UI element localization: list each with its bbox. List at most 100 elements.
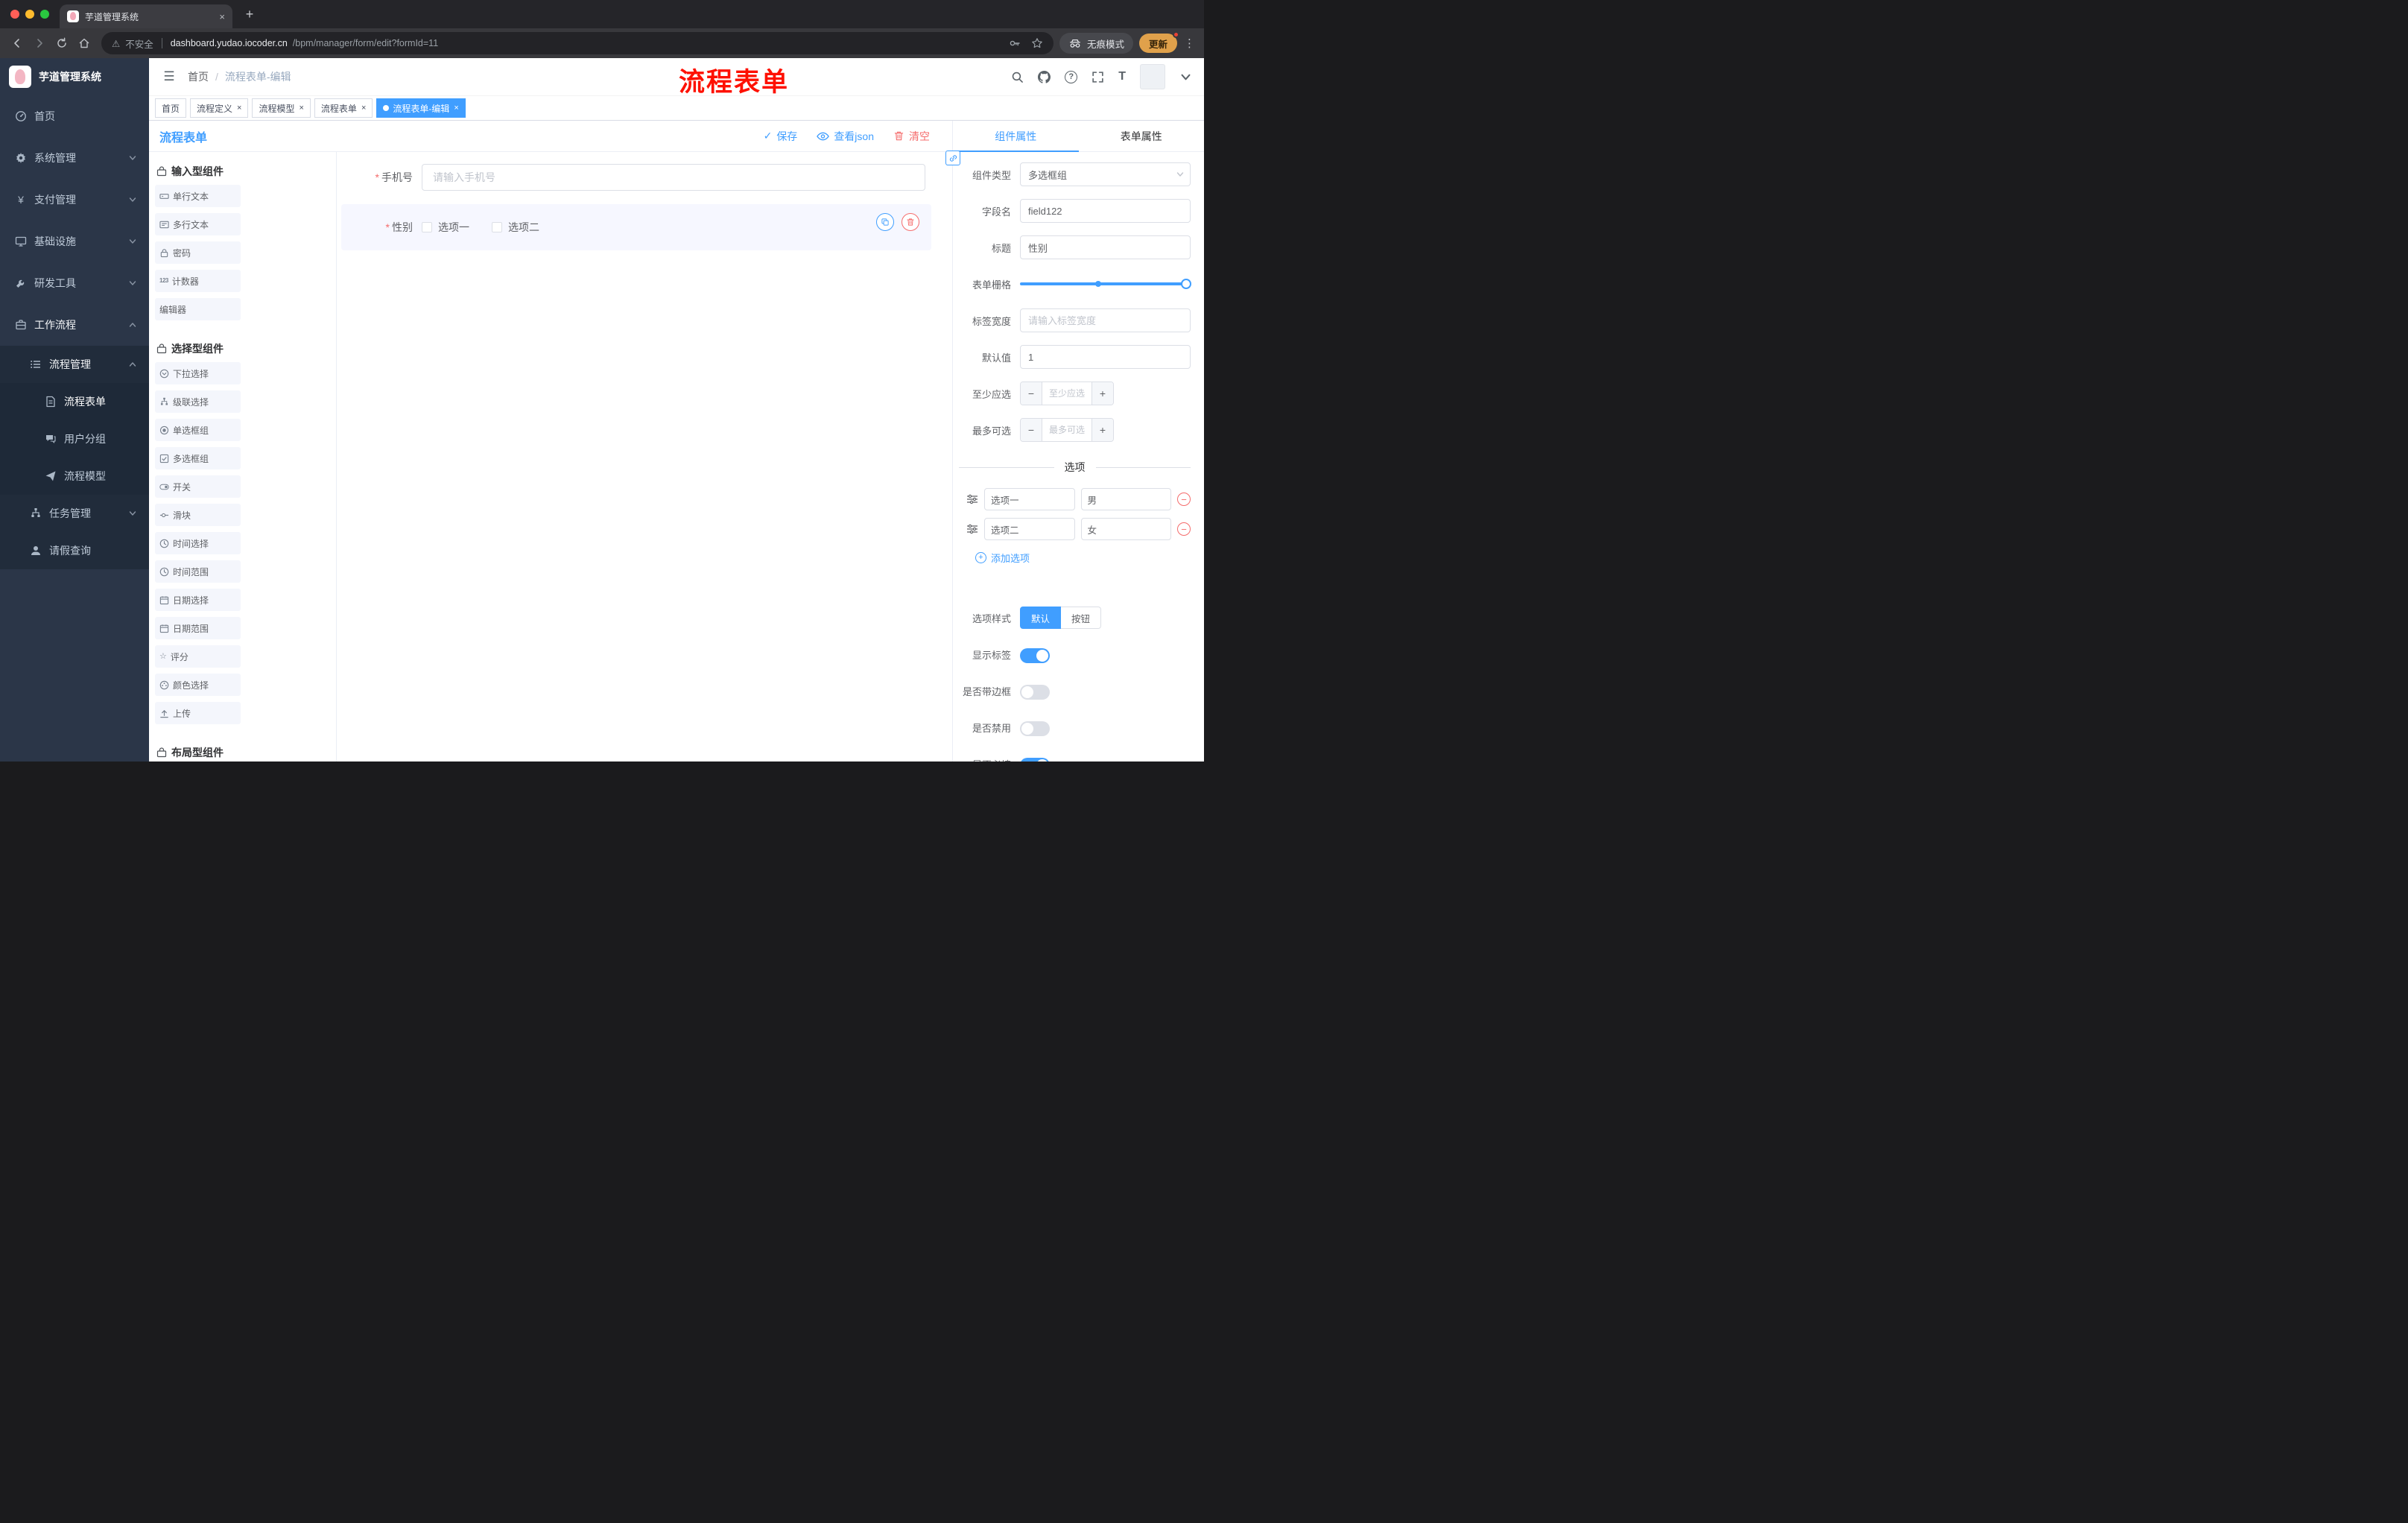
palette-item-date-picker[interactable]: 日期选择 (155, 589, 241, 611)
avatar-caret-icon[interactable] (1179, 71, 1192, 83)
form-canvas[interactable]: * 手机号 请输入手机号 * 性别 选项一 选项二 (337, 152, 952, 762)
hamburger-icon[interactable]: ☰ (161, 69, 177, 84)
remove-option-button[interactable]: − (1177, 493, 1191, 506)
save-button[interactable]: ✓ 保存 (764, 129, 798, 144)
label-width-input[interactable] (1020, 308, 1191, 332)
sidebar-item-task-management[interactable]: 任务管理 (0, 495, 149, 532)
slider-track[interactable] (1020, 279, 1191, 289)
avatar[interactable] (1140, 64, 1165, 89)
palette-item-counter[interactable]: 123 计数器 (155, 270, 241, 292)
disabled-switch[interactable] (1020, 721, 1050, 736)
palette-item-checkbox-group[interactable]: 多选框组 (155, 447, 241, 469)
required-switch[interactable] (1020, 758, 1050, 762)
sidebar-item-payment[interactable]: ¥ 支付管理 (0, 179, 149, 221)
palette-item-editor[interactable]: 编辑器 (155, 298, 241, 320)
tab-close-icon[interactable]: × (219, 11, 225, 22)
palette-item-slider[interactable]: 滑块 (155, 504, 241, 526)
link-icon[interactable] (945, 151, 960, 165)
warning-icon[interactable]: ⚠ (112, 38, 120, 49)
reload-button[interactable] (51, 32, 73, 54)
field-name-input[interactable] (1020, 199, 1191, 223)
border-switch[interactable] (1020, 685, 1050, 700)
drag-handle-icon[interactable] (966, 523, 978, 535)
default-value-input[interactable] (1020, 345, 1191, 369)
address-bar[interactable]: ⚠ 不安全 dashboard.yudao.iocoder.cn /bpm/ma… (101, 32, 1054, 54)
app-logo[interactable]: 芋道管理系统 (0, 58, 149, 95)
browser-update-button[interactable]: 更新 (1138, 31, 1179, 53)
min-select-input[interactable] (1042, 382, 1091, 405)
sidebar-item-home[interactable]: 首页 (0, 95, 149, 137)
back-button[interactable] (6, 32, 28, 54)
delete-component-button[interactable] (902, 213, 919, 231)
palette-item-time-picker[interactable]: 时间选择 (155, 532, 241, 554)
add-option-button[interactable]: + 添加选项 (975, 551, 1191, 565)
drag-handle-icon[interactable] (966, 493, 978, 505)
checkbox-option-2[interactable]: 选项二 (492, 220, 539, 235)
palette-item-color-picker[interactable]: 颜色选择 (155, 674, 241, 696)
remove-option-button[interactable]: − (1177, 522, 1191, 536)
decrease-button[interactable]: − (1021, 382, 1042, 405)
tag-close-icon[interactable]: × (299, 104, 303, 113)
tag-close-icon[interactable]: × (361, 104, 366, 113)
tab-form-props[interactable]: 表单属性 (1079, 121, 1205, 151)
option-2-name-input[interactable] (984, 518, 1075, 540)
bookmark-star-icon[interactable] (1031, 37, 1043, 49)
tag-process-form-edit[interactable]: 流程表单-编辑 × (376, 98, 466, 118)
palette-item-time-range[interactable]: 时间范围 (155, 560, 241, 583)
form-item-phone[interactable]: * 手机号 (337, 164, 952, 191)
tag-process-form[interactable]: 流程表单 × (314, 98, 373, 118)
component-type-value[interactable] (1020, 162, 1191, 186)
selected-form-item-gender[interactable]: * 性别 选项一 选项二 (341, 204, 931, 250)
sidebar-item-system[interactable]: 系统管理 (0, 137, 149, 179)
tag-process-definition[interactable]: 流程定义 × (190, 98, 249, 118)
browser-menu-button[interactable]: ⋮ (1182, 37, 1198, 50)
sidebar-item-user-groups[interactable]: 用户分组 (0, 420, 149, 457)
decrease-button[interactable]: − (1021, 419, 1042, 441)
checkbox-option-1[interactable]: 选项一 (422, 220, 469, 235)
style-button-button[interactable]: 按钮 (1061, 607, 1102, 629)
palette-item-password[interactable]: 密码 (155, 241, 241, 264)
increase-button[interactable]: + (1091, 419, 1113, 441)
option-1-value-input[interactable] (1080, 488, 1171, 510)
option-2-value-input[interactable] (1080, 518, 1171, 540)
palette-item-rating[interactable]: ☆ 评分 (155, 645, 241, 668)
sidebar-item-infrastructure[interactable]: 基础设施 (0, 221, 149, 262)
palette-item-cascader[interactable]: 级联选择 (155, 390, 241, 413)
max-select-input[interactable] (1042, 419, 1091, 441)
tag-close-icon[interactable]: × (237, 104, 241, 113)
slider-handle[interactable] (1181, 279, 1191, 289)
tab-component-props[interactable]: 组件属性 (953, 121, 1079, 152)
grid-slider[interactable] (1020, 272, 1191, 296)
browser-tab[interactable]: 芋道管理系统 × (60, 4, 232, 28)
search-icon[interactable] (1011, 71, 1024, 83)
zoom-window-button[interactable] (40, 10, 49, 19)
view-json-button[interactable]: 查看json (817, 129, 874, 144)
font-size-icon[interactable]: T (1118, 70, 1126, 83)
title-input[interactable] (1020, 235, 1191, 259)
palette-item-switch[interactable]: 开关 (155, 475, 241, 498)
increase-button[interactable]: + (1091, 382, 1113, 405)
clear-button[interactable]: 清空 (893, 129, 930, 144)
new-tab-button[interactable]: + (238, 7, 261, 22)
help-icon[interactable]: ? (1065, 70, 1078, 83)
palette-item-single-line-text[interactable]: 单行文本 (155, 185, 241, 207)
show-label-switch[interactable] (1020, 648, 1050, 663)
fullscreen-icon[interactable] (1091, 71, 1104, 83)
sidebar-item-process-model[interactable]: 流程模型 (0, 457, 149, 495)
copy-component-button[interactable] (876, 213, 894, 231)
breadcrumb-home[interactable]: 首页 (188, 69, 209, 84)
sidebar-item-dev-tools[interactable]: 研发工具 (0, 262, 149, 304)
palette-item-radio-group[interactable]: 单选框组 (155, 419, 241, 441)
sidebar-item-process-form[interactable]: 流程表单 (0, 383, 149, 420)
password-key-icon[interactable] (1009, 37, 1021, 49)
sidebar-item-leave-query[interactable]: 请假查询 (0, 532, 149, 569)
tag-home[interactable]: 首页 (155, 98, 187, 118)
palette-item-upload[interactable]: 上传 (155, 702, 241, 724)
style-default-button[interactable]: 默认 (1020, 607, 1062, 629)
checkbox-box[interactable] (492, 222, 502, 232)
sidebar-item-process-management[interactable]: 流程管理 (0, 346, 149, 383)
security-label[interactable]: 不安全 (125, 37, 153, 51)
palette-item-multi-line-text[interactable]: 多行文本 (155, 213, 241, 235)
option-1-name-input[interactable] (984, 488, 1075, 510)
minimize-window-button[interactable] (25, 10, 34, 19)
